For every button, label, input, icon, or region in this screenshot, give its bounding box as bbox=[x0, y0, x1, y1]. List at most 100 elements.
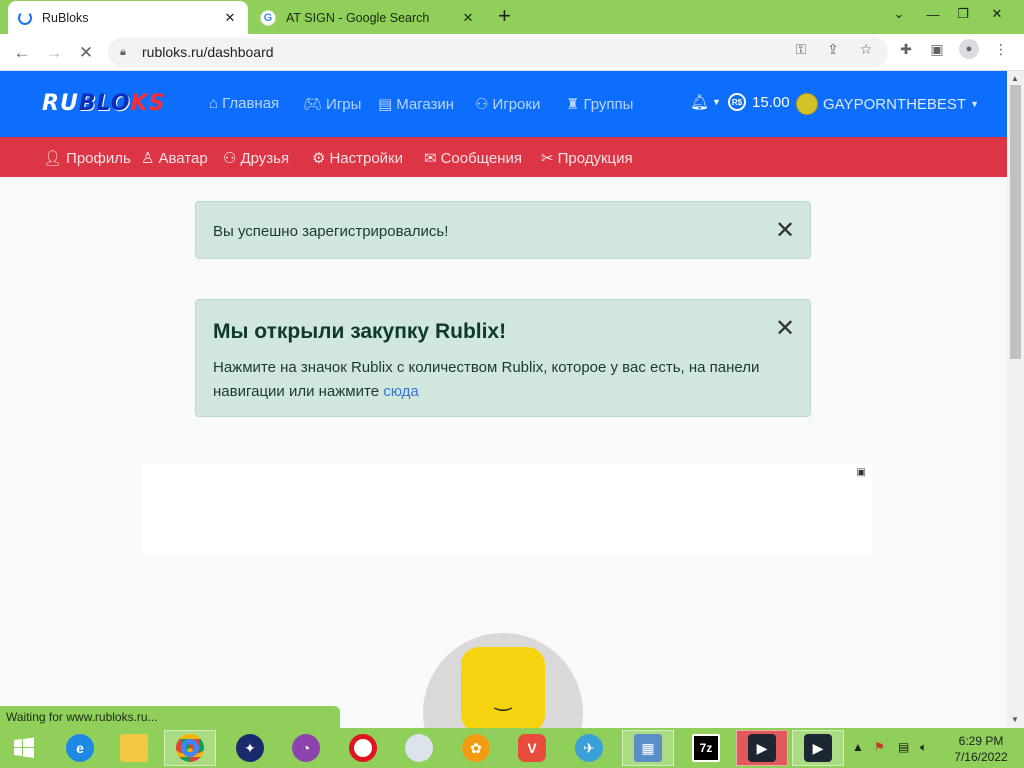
ad-choices-icon[interactable]: ▣ bbox=[857, 467, 866, 478]
control-panel-icon: ▦ bbox=[634, 734, 662, 762]
nav-label: Магазин bbox=[396, 95, 455, 113]
taskbar-control-panel[interactable]: ▦ bbox=[622, 730, 674, 766]
filmora-icon: ▶ bbox=[804, 734, 832, 762]
new-tab-button[interactable]: + bbox=[498, 5, 511, 27]
avatar-icon: ♙ bbox=[141, 150, 155, 167]
page-scrollbar[interactable]: ▲ ▼ bbox=[1007, 71, 1024, 728]
user-dropdown[interactable]: GAYPORNTHEBEST ▼ bbox=[796, 93, 979, 115]
google-icon: G bbox=[260, 9, 276, 26]
ad-container[interactable]: ▣ bbox=[142, 463, 872, 555]
opera-icon bbox=[349, 734, 377, 762]
app-icon bbox=[405, 734, 433, 762]
avatar-head: ‿ bbox=[461, 647, 545, 728]
gear-icon: ⚙ bbox=[312, 150, 326, 167]
restore-button[interactable]: ❐ bbox=[946, 0, 980, 28]
forward-button[interactable]: → bbox=[40, 39, 68, 67]
extensions-icon[interactable]: ✚ bbox=[895, 38, 917, 60]
nav-groups[interactable]: ♜ Группы bbox=[566, 95, 634, 114]
close-alert-button[interactable]: ✕ bbox=[774, 315, 796, 342]
nav-profile[interactable]: 👤︎ Профиль bbox=[43, 149, 131, 168]
close-tab-icon[interactable]: ✕ bbox=[460, 10, 476, 26]
nav-label: Профиль bbox=[66, 149, 131, 167]
address-text: rubloks.ru/dashboard bbox=[142, 44, 274, 60]
taskbar-filmora[interactable]: ▶ bbox=[736, 730, 788, 766]
side-panel-icon[interactable]: ▣ bbox=[926, 38, 948, 60]
bell-icon: 🔔︎ bbox=[690, 94, 710, 111]
volume-icon[interactable]: 🔈︎ bbox=[920, 740, 927, 755]
page-viewport: RUBLOKS ⌂ Главная 🎮︎ Игры ▤ Магазин ⚇ Игроки… bbox=[0, 71, 1007, 728]
nav-shop[interactable]: ▤ Магазин bbox=[378, 95, 455, 114]
tray-expand-icon[interactable]: ▲ bbox=[852, 740, 864, 754]
windows-logo-icon bbox=[14, 737, 34, 758]
group-icon: ♜ bbox=[566, 96, 580, 113]
nav-settings[interactable]: ⚙ Настройки bbox=[312, 149, 404, 168]
close-window-button[interactable]: ✕ bbox=[980, 0, 1014, 28]
close-alert-button[interactable]: ✕ bbox=[774, 217, 796, 244]
scroll-down-icon[interactable]: ▼ bbox=[1011, 715, 1019, 724]
chevron-down-icon: ▼ bbox=[970, 99, 980, 109]
nav-products[interactable]: ✂ Продукция bbox=[541, 149, 633, 168]
menu-icon[interactable]: ⋮ bbox=[990, 38, 1012, 60]
start-button[interactable] bbox=[0, 730, 48, 766]
nav-home[interactable]: ⌂ Главная bbox=[209, 95, 279, 112]
nav-label: Сообщения bbox=[440, 149, 522, 167]
taskbar-internet-explorer[interactable]: e bbox=[54, 730, 106, 766]
share-icon[interactable]: ⇪ bbox=[822, 38, 844, 60]
app-icon: ✈ bbox=[575, 734, 603, 762]
taskbar-opera[interactable] bbox=[337, 730, 389, 766]
taskbar-file-explorer[interactable] bbox=[108, 730, 160, 766]
back-button[interactable]: ← bbox=[8, 39, 36, 67]
close-tab-icon[interactable]: ✕ bbox=[222, 10, 238, 26]
alert-message: Вы успешно зарегистрировались! bbox=[213, 223, 449, 240]
logo-part-1: RU bbox=[42, 91, 79, 116]
loading-spinner-icon bbox=[18, 10, 32, 25]
taskbar-7zip[interactable]: 7z bbox=[680, 730, 732, 766]
minimize-button[interactable]: — bbox=[916, 0, 950, 28]
action-center-icon[interactable]: ⚑ bbox=[874, 740, 885, 754]
vivaldi-icon: V bbox=[518, 734, 546, 762]
site-logo[interactable]: RUBLOKS bbox=[42, 91, 165, 116]
network-icon[interactable]: ▤ bbox=[898, 740, 909, 754]
nav-players[interactable]: ⚇ Игроки bbox=[475, 95, 540, 114]
scrollbar-thumb[interactable] bbox=[1010, 85, 1021, 359]
bookmark-star-icon[interactable]: ☆ bbox=[855, 38, 877, 60]
taskbar-clock[interactable]: 6:29 PM 7/16/2022 bbox=[945, 733, 1017, 765]
smile-icon: ‿ bbox=[495, 689, 512, 711]
here-link[interactable]: сюда bbox=[383, 383, 419, 400]
scroll-up-icon[interactable]: ▲ bbox=[1011, 74, 1019, 83]
tab-title: RuBloks bbox=[42, 10, 89, 25]
nav-games[interactable]: 🎮︎ Игры bbox=[303, 95, 361, 114]
windows-taskbar: e ✦ ◔ ✿ V ✈ ▦ 7z ▶ ▶ ▲ ⚑ ▤ 🔈︎ 6:29 PM 7/… bbox=[0, 728, 1024, 768]
taskbar-app[interactable]: ✦ bbox=[224, 730, 276, 766]
tab-search-icon[interactable]: ⌄ bbox=[882, 0, 916, 28]
stop-button[interactable]: ✕ bbox=[72, 39, 100, 67]
address-bar[interactable]: 🔒︎ rubloks.ru/dashboard bbox=[108, 37, 888, 67]
nav-label: Продукция bbox=[557, 149, 633, 167]
shop-icon: ▤ bbox=[378, 96, 393, 113]
nav-avatar[interactable]: ♙ Аватар bbox=[141, 149, 208, 168]
taskbar-chrome[interactable] bbox=[164, 730, 216, 766]
rublix-icon: R$ bbox=[728, 93, 746, 111]
status-bar: Waiting for www.rubloks.ru... bbox=[0, 706, 340, 728]
taskbar-vivaldi[interactable]: V bbox=[506, 730, 558, 766]
taskbar-filmora-2[interactable]: ▶ bbox=[792, 730, 844, 766]
nav-label: Настройки bbox=[329, 149, 404, 167]
taskbar-app-3[interactable]: ✈ bbox=[563, 730, 615, 766]
key-icon[interactable]: ⚿ bbox=[790, 38, 812, 60]
tab-strip: RuBloks ✕ G AT SIGN - Google Search ✕ + … bbox=[0, 0, 1024, 34]
friends-icon: ⚇ bbox=[223, 150, 237, 167]
taskbar-browser[interactable]: ◔ bbox=[280, 730, 332, 766]
balance-button[interactable]: R$ 15.00 bbox=[728, 93, 790, 111]
taskbar-uc-browser[interactable]: ✿ bbox=[450, 730, 502, 766]
balance-value: 15.00 bbox=[752, 93, 790, 111]
tab-google-search[interactable]: G AT SIGN - Google Search ✕ bbox=[250, 1, 486, 34]
nav-messages[interactable]: ✉ Сообщения bbox=[424, 149, 522, 168]
notifications-dropdown[interactable]: 🔔︎ ▼ bbox=[690, 93, 721, 111]
taskbar-app-2[interactable] bbox=[393, 730, 445, 766]
profile-button[interactable]: ● bbox=[958, 38, 980, 60]
tab-rubloks[interactable]: RuBloks ✕ bbox=[8, 1, 248, 34]
users-icon: ⚇ bbox=[475, 96, 489, 113]
nav-label: Группы bbox=[583, 95, 634, 113]
nav-friends[interactable]: ⚇ Друзья bbox=[223, 149, 289, 168]
uc-browser-icon: ✿ bbox=[462, 734, 490, 762]
